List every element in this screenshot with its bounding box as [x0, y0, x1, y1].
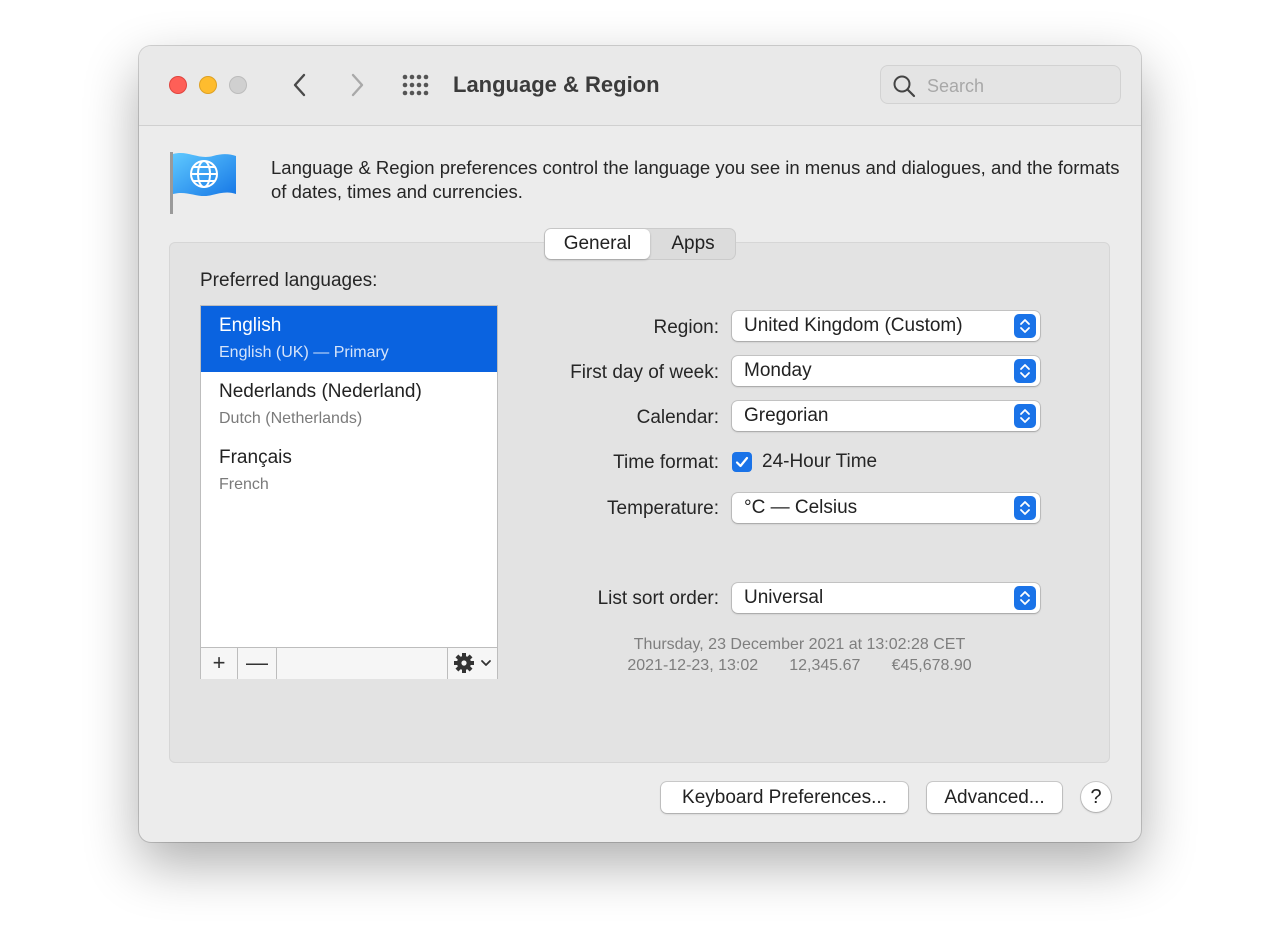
24-hour-checkbox[interactable] — [732, 452, 752, 472]
search-input[interactable] — [925, 72, 1114, 100]
region-popup[interactable]: United Kingdom (Custom) — [732, 311, 1040, 341]
tab-control: General Apps — [544, 228, 736, 260]
sample-currency: €45,678.90 — [891, 657, 972, 674]
up-down-chevron-icon — [1014, 359, 1036, 383]
zoom-window-button[interactable] — [229, 76, 247, 94]
temperature-label: Temperature: — [607, 498, 719, 519]
forward-button[interactable] — [344, 72, 368, 98]
language-detail: French — [219, 476, 269, 493]
region-label: Region: — [653, 317, 720, 338]
sample-number: 12,345.67 — [789, 657, 861, 674]
add-language-button[interactable]: + — [201, 648, 238, 679]
chevron-left-icon — [293, 73, 306, 97]
window-title: Language & Region — [453, 72, 660, 97]
first-day-popup[interactable]: Monday — [732, 356, 1040, 386]
tab-general[interactable]: General — [545, 229, 650, 259]
language-list-toolbar: + — — [201, 647, 497, 679]
grid-icon — [402, 74, 429, 96]
back-button[interactable] — [289, 72, 313, 98]
calendar-popup[interactable]: Gregorian — [732, 401, 1040, 431]
up-down-chevron-icon — [1014, 496, 1036, 520]
close-window-button[interactable] — [169, 76, 187, 94]
preferred-languages-label: Preferred languages: — [200, 270, 378, 291]
language-name: English — [219, 315, 282, 336]
keyboard-preferences-button[interactable]: Keyboard Preferences... — [661, 782, 908, 813]
language-name: Français — [219, 447, 292, 468]
24-hour-label[interactable]: 24-Hour Time — [762, 450, 877, 474]
preferences-window: Language & Region Search Language & Regi… — [139, 46, 1141, 842]
up-down-chevron-icon — [1014, 586, 1036, 610]
up-down-chevron-icon — [1014, 314, 1036, 338]
calendar-value: Gregorian — [744, 405, 829, 426]
sort-order-popup[interactable]: Universal — [732, 583, 1040, 613]
intro-description: Language & Region preferences control th… — [271, 157, 1120, 202]
sample-date-short: 2021-12-23, 13:02 — [627, 657, 759, 674]
action-menu-button[interactable] — [447, 648, 497, 679]
globe-flag-icon — [168, 150, 240, 216]
remove-language-button[interactable]: — — [238, 648, 277, 679]
chevron-right-icon — [351, 73, 364, 97]
time-format-label: Time format: — [613, 452, 719, 473]
up-down-chevron-icon — [1014, 404, 1036, 428]
first-day-label: First day of week: — [570, 362, 719, 383]
title-bar: Language & Region — [139, 46, 1141, 126]
region-value: United Kingdom (Custom) — [744, 315, 963, 336]
checkmark-icon — [735, 456, 749, 468]
gear-icon — [454, 653, 491, 673]
tab-apps[interactable]: Apps — [651, 229, 735, 259]
sort-order-label: List sort order: — [597, 588, 719, 609]
minimize-window-button[interactable] — [199, 76, 217, 94]
format-preview: Thursday, 23 December 2021 at 13:02:28 C… — [619, 634, 980, 676]
temperature-popup[interactable]: °C — Celsius — [732, 493, 1040, 523]
language-detail: Dutch (Netherlands) — [219, 410, 363, 427]
language-detail: English (UK) — Primary — [219, 344, 389, 361]
search-icon — [893, 75, 916, 98]
help-button[interactable]: ? — [1081, 782, 1111, 812]
sample-date-long: Thursday, 23 December 2021 at 13:02:28 C… — [633, 636, 966, 653]
temperature-value: °C — Celsius — [744, 497, 858, 518]
calendar-label: Calendar: — [636, 407, 719, 428]
sort-order-value: Universal — [744, 587, 824, 608]
advanced-button[interactable]: Advanced... — [927, 782, 1062, 813]
language-name: Nederlands (Nederland) — [219, 381, 422, 402]
search-field[interactable] — [880, 65, 1121, 104]
show-all-button[interactable] — [402, 74, 432, 96]
first-day-value: Monday — [744, 360, 812, 381]
sample-row: 2021-12-23, 13:02 12,345.67 €45,678.90 — [619, 655, 980, 676]
